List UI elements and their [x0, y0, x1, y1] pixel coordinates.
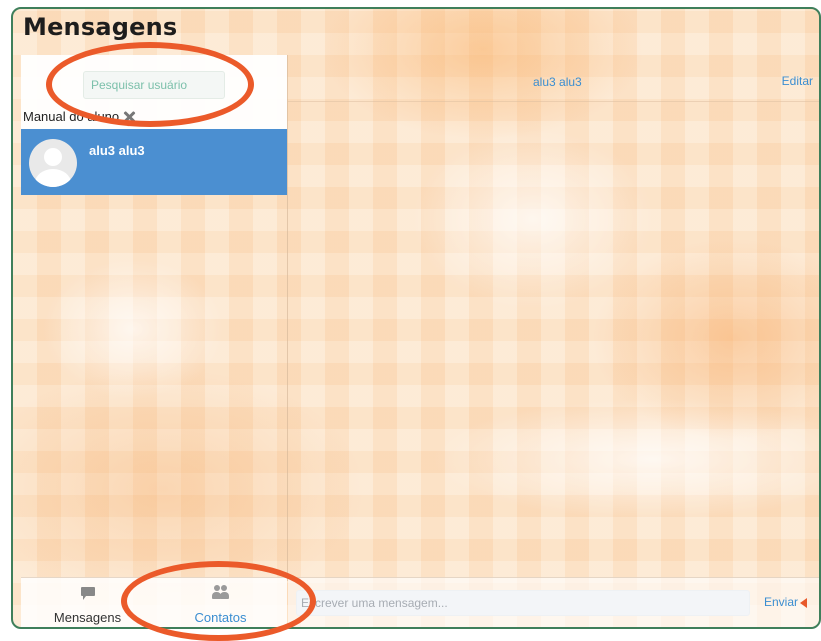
chat-contact-name: alu3 alu3: [533, 75, 582, 89]
message-input[interactable]: [296, 590, 750, 616]
avatar: [29, 139, 77, 187]
messages-window: Mensagens Manual do aluno alu3 alu3 Mens…: [11, 7, 821, 629]
chat-header: alu3 alu3 Editar: [288, 55, 819, 102]
message-composer: Enviar: [288, 577, 819, 627]
contact-list-item[interactable]: alu3 alu3: [21, 129, 287, 195]
search-input[interactable]: [83, 71, 225, 99]
contact-name: alu3 alu3: [89, 143, 145, 158]
tab-contacts-label: Contatos: [194, 610, 247, 625]
tab-messages[interactable]: Mensagens: [21, 578, 154, 627]
chat-icon: [81, 587, 95, 600]
send-button[interactable]: Enviar: [764, 595, 798, 609]
bottom-nav: Mensagens Contatos: [21, 577, 287, 627]
page-title: Mensagens: [23, 13, 178, 41]
manual-filter: Manual do aluno: [23, 109, 135, 124]
close-icon[interactable]: [123, 111, 135, 123]
tab-contacts[interactable]: Contatos: [154, 578, 287, 627]
users-icon: [212, 584, 230, 600]
edit-link[interactable]: Editar: [782, 74, 813, 88]
manual-label: Manual do aluno: [23, 109, 120, 124]
avatar-body: [35, 169, 71, 187]
contacts-panel: Manual do aluno alu3 alu3: [21, 55, 288, 581]
arrow-left-icon: [800, 598, 807, 608]
avatar-head: [44, 148, 62, 166]
tab-messages-label: Mensagens: [53, 610, 122, 625]
